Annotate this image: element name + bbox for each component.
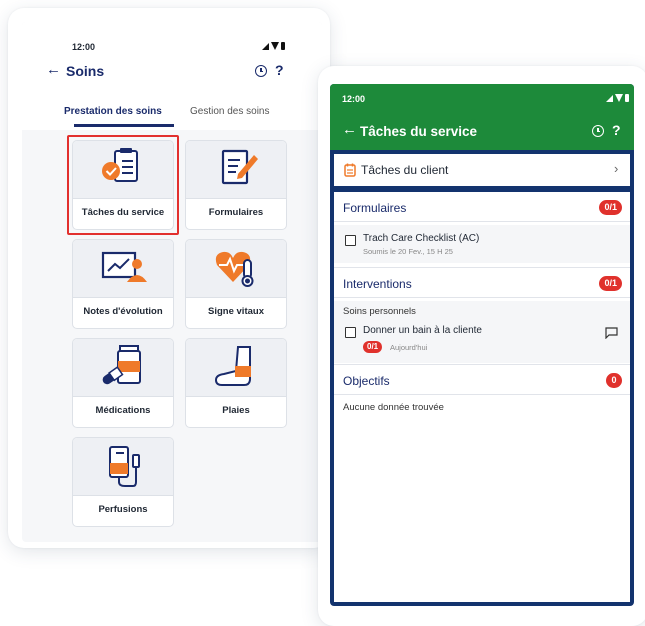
form-item-title: Trach Care Checklist (AC) bbox=[363, 233, 480, 244]
status-time: 12:00 bbox=[342, 94, 366, 104]
help-icon[interactable]: ? bbox=[275, 62, 284, 78]
back-arrow-icon[interactable]: ← bbox=[46, 61, 61, 78]
form-item-row[interactable]: Trach Care Checklist (AC) Soumis le 20 F… bbox=[334, 225, 630, 263]
tile-label: Plaies bbox=[222, 405, 250, 416]
tile-perfusions[interactable]: Perfusions bbox=[72, 437, 174, 527]
form-edit-icon bbox=[186, 141, 286, 199]
comment-icon[interactable] bbox=[605, 327, 618, 339]
intervention-title: Donner un bain à la cliente bbox=[363, 325, 482, 336]
tile-medications[interactable]: Médications bbox=[72, 338, 174, 428]
tile-signes-vitaux[interactable]: Signe vitaux bbox=[185, 239, 287, 329]
status-icons bbox=[606, 94, 629, 102]
client-tasks-label: Tâches du client bbox=[361, 163, 449, 177]
wifi-icon bbox=[271, 42, 279, 50]
foot-bandage-icon bbox=[186, 339, 286, 397]
tile-label: Perfusions bbox=[98, 504, 148, 515]
form-item-checkbox[interactable] bbox=[345, 235, 356, 246]
intervention-group: Soins personnels Donner un bain à la cli… bbox=[334, 301, 630, 363]
back-arrow-icon[interactable]: ← bbox=[342, 121, 357, 138]
battery-icon bbox=[625, 94, 629, 102]
pill-bottle-icon bbox=[73, 339, 173, 397]
section-title: Objectifs bbox=[343, 374, 390, 388]
heart-thermometer-icon bbox=[186, 240, 286, 298]
tile-label: Médications bbox=[95, 405, 151, 416]
group-label: Soins personnels bbox=[343, 306, 416, 317]
section-objectifs-header[interactable]: Objectifs 0 bbox=[334, 365, 630, 395]
tile-taches-du-service[interactable]: Tâches du service bbox=[72, 140, 174, 230]
status-badge: 0 bbox=[606, 373, 622, 388]
page-title: Soins bbox=[66, 63, 105, 79]
section-title: Formulaires bbox=[343, 201, 407, 215]
tile-notes-evolution[interactable]: Notes d'évolution bbox=[72, 239, 174, 329]
active-tab-indicator bbox=[74, 124, 174, 127]
history-icon[interactable] bbox=[255, 65, 267, 77]
empty-message: Aucune donnée trouvée bbox=[343, 402, 444, 413]
form-item-subtitle: Soumis le 20 Fev., 15 H 25 bbox=[363, 247, 453, 256]
service-tasks-screen: 12:00 ← Tâches du service ? Tâches du cl… bbox=[330, 84, 634, 606]
tile-label: Notes d'évolution bbox=[83, 306, 163, 317]
intervention-badge: 0/1 bbox=[363, 341, 383, 353]
tile-label: Tâches du service bbox=[81, 207, 165, 218]
intervention-date: Aujourd'hui bbox=[390, 343, 428, 352]
signal-icon bbox=[606, 94, 613, 102]
soins-header: 12:00 ← Soins ? Prestation des soins Ges… bbox=[22, 22, 322, 130]
app-bar: 12:00 ← Tâches du service ? bbox=[330, 84, 634, 150]
status-badge: 0/1 bbox=[599, 276, 622, 291]
tab-gestion[interactable]: Gestion des soins bbox=[190, 106, 270, 117]
help-icon[interactable]: ? bbox=[612, 122, 621, 138]
calendar-icon bbox=[344, 163, 356, 177]
history-icon[interactable] bbox=[592, 125, 604, 137]
battery-icon bbox=[281, 42, 285, 50]
iv-bag-icon bbox=[73, 438, 173, 496]
checklist-icon bbox=[73, 141, 173, 199]
chevron-right-icon: › bbox=[614, 161, 619, 176]
page-title: Tâches du service bbox=[360, 124, 478, 139]
tasks-content: Formulaires 0/1 Trach Care Checklist (AC… bbox=[334, 192, 630, 602]
section-formulaires-header[interactable]: Formulaires 0/1 bbox=[334, 192, 630, 222]
status-icons bbox=[262, 42, 285, 50]
client-tasks-row[interactable]: Tâches du client › bbox=[334, 154, 630, 186]
tile-formulaires[interactable]: Formulaires bbox=[185, 140, 287, 230]
section-title: Interventions bbox=[343, 277, 412, 291]
tab-prestation[interactable]: Prestation des soins bbox=[64, 106, 162, 117]
left-phone: 12:00 ← Soins ? Prestation des soins Ges… bbox=[8, 8, 330, 548]
soins-screen: 12:00 ← Soins ? Prestation des soins Ges… bbox=[22, 22, 322, 542]
status-badge: 0/1 bbox=[599, 200, 622, 215]
status-time: 12:00 bbox=[72, 42, 96, 52]
right-phone: 12:00 ← Tâches du service ? Tâches du cl… bbox=[318, 66, 645, 626]
wifi-icon bbox=[615, 94, 623, 102]
progress-chart-icon bbox=[73, 240, 173, 298]
tile-label: Signe vitaux bbox=[208, 306, 264, 317]
signal-icon bbox=[262, 42, 269, 50]
tile-plaies[interactable]: Plaies bbox=[185, 338, 287, 428]
intervention-checkbox[interactable] bbox=[345, 327, 356, 338]
tile-label: Formulaires bbox=[208, 207, 264, 218]
section-interventions-header[interactable]: Interventions 0/1 bbox=[334, 268, 630, 298]
